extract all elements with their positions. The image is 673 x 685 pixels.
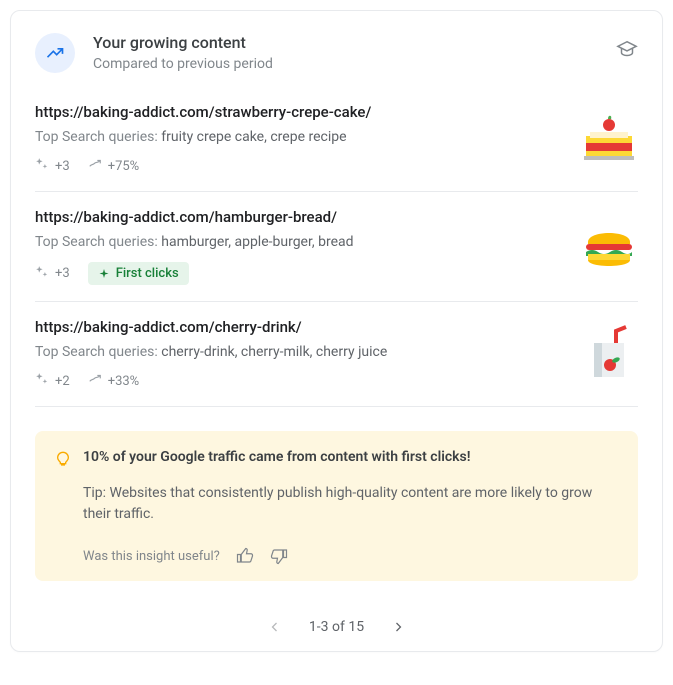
growth-metric: +33% xyxy=(88,372,140,390)
lightbulb-icon xyxy=(55,451,71,471)
queries-values: fruity crepe cake, crepe recipe xyxy=(161,129,346,145)
clicks-delta: +3 xyxy=(55,159,70,174)
content-row[interactable]: https://baking-addict.com/strawberry-cre… xyxy=(35,103,638,192)
growth-metric: +75% xyxy=(88,157,140,175)
row-url: https://baking-addict.com/cherry-drink/ xyxy=(35,318,564,336)
clicks-metric: +3 xyxy=(35,265,70,283)
row-queries: Top Search queries: fruity crepe cake, c… xyxy=(35,129,564,145)
clicks-metric: +3 xyxy=(35,157,70,175)
content-row[interactable]: https://baking-addict.com/hamburger-brea… xyxy=(35,192,638,302)
queries-label: Top Search queries: xyxy=(35,234,158,250)
pager-next-button[interactable] xyxy=(392,621,404,633)
trend-up-icon xyxy=(35,33,75,73)
growth-icon xyxy=(88,157,102,175)
feedback-prompt: Was this insight useful? xyxy=(83,549,220,564)
card-header: Your growing content Compared to previou… xyxy=(35,33,638,73)
juicebox-icon xyxy=(580,325,638,383)
clicks-icon xyxy=(35,157,49,175)
clicks-delta: +2 xyxy=(55,374,70,389)
row-url: https://baking-addict.com/hamburger-brea… xyxy=(35,208,564,226)
pager-prev-button[interactable] xyxy=(269,621,281,633)
queries-values: cherry-drink, cherry-milk, cherry juice xyxy=(161,344,387,360)
insight-tip: Tip: Websites that consistently publish … xyxy=(83,483,618,525)
pager-range: 1-3 of 15 xyxy=(309,619,364,635)
clicks-icon xyxy=(35,265,49,283)
row-url: https://baking-addict.com/strawberry-cre… xyxy=(35,103,564,121)
insight-panel: 10% of your Google traffic came from con… xyxy=(35,431,638,581)
cake-icon xyxy=(580,110,638,168)
content-rows: https://baking-addict.com/strawberry-cre… xyxy=(35,103,638,407)
growth-icon xyxy=(88,372,102,390)
queries-label: Top Search queries: xyxy=(35,129,158,145)
card-subtitle: Compared to previous period xyxy=(93,56,598,72)
first-clicks-label: First clicks xyxy=(116,266,179,281)
queries-values: hamburger, apple-burger, bread xyxy=(161,234,353,250)
first-clicks-badge: First clicks xyxy=(88,262,189,285)
clicks-metric: +2 xyxy=(35,372,70,390)
row-queries: Top Search queries: hamburger, apple-bur… xyxy=(35,234,564,250)
row-queries: Top Search queries: cherry-drink, cherry… xyxy=(35,344,564,360)
growth-value: +75% xyxy=(108,159,140,174)
clicks-delta: +3 xyxy=(55,266,70,281)
growing-content-card: Your growing content Compared to previou… xyxy=(10,10,663,652)
pagination: 1-3 of 15 xyxy=(35,605,638,651)
insight-title: 10% of your Google traffic came from con… xyxy=(83,449,470,465)
burger-icon xyxy=(580,218,638,276)
clicks-icon xyxy=(35,372,49,390)
growth-value: +33% xyxy=(108,374,140,389)
thumbs-down-button[interactable] xyxy=(270,547,288,565)
card-title: Your growing content xyxy=(93,33,598,52)
thumbs-up-button[interactable] xyxy=(236,547,254,565)
queries-label: Top Search queries: xyxy=(35,344,158,360)
content-row[interactable]: https://baking-addict.com/cherry-drink/ … xyxy=(35,302,638,407)
education-icon[interactable] xyxy=(616,39,638,65)
